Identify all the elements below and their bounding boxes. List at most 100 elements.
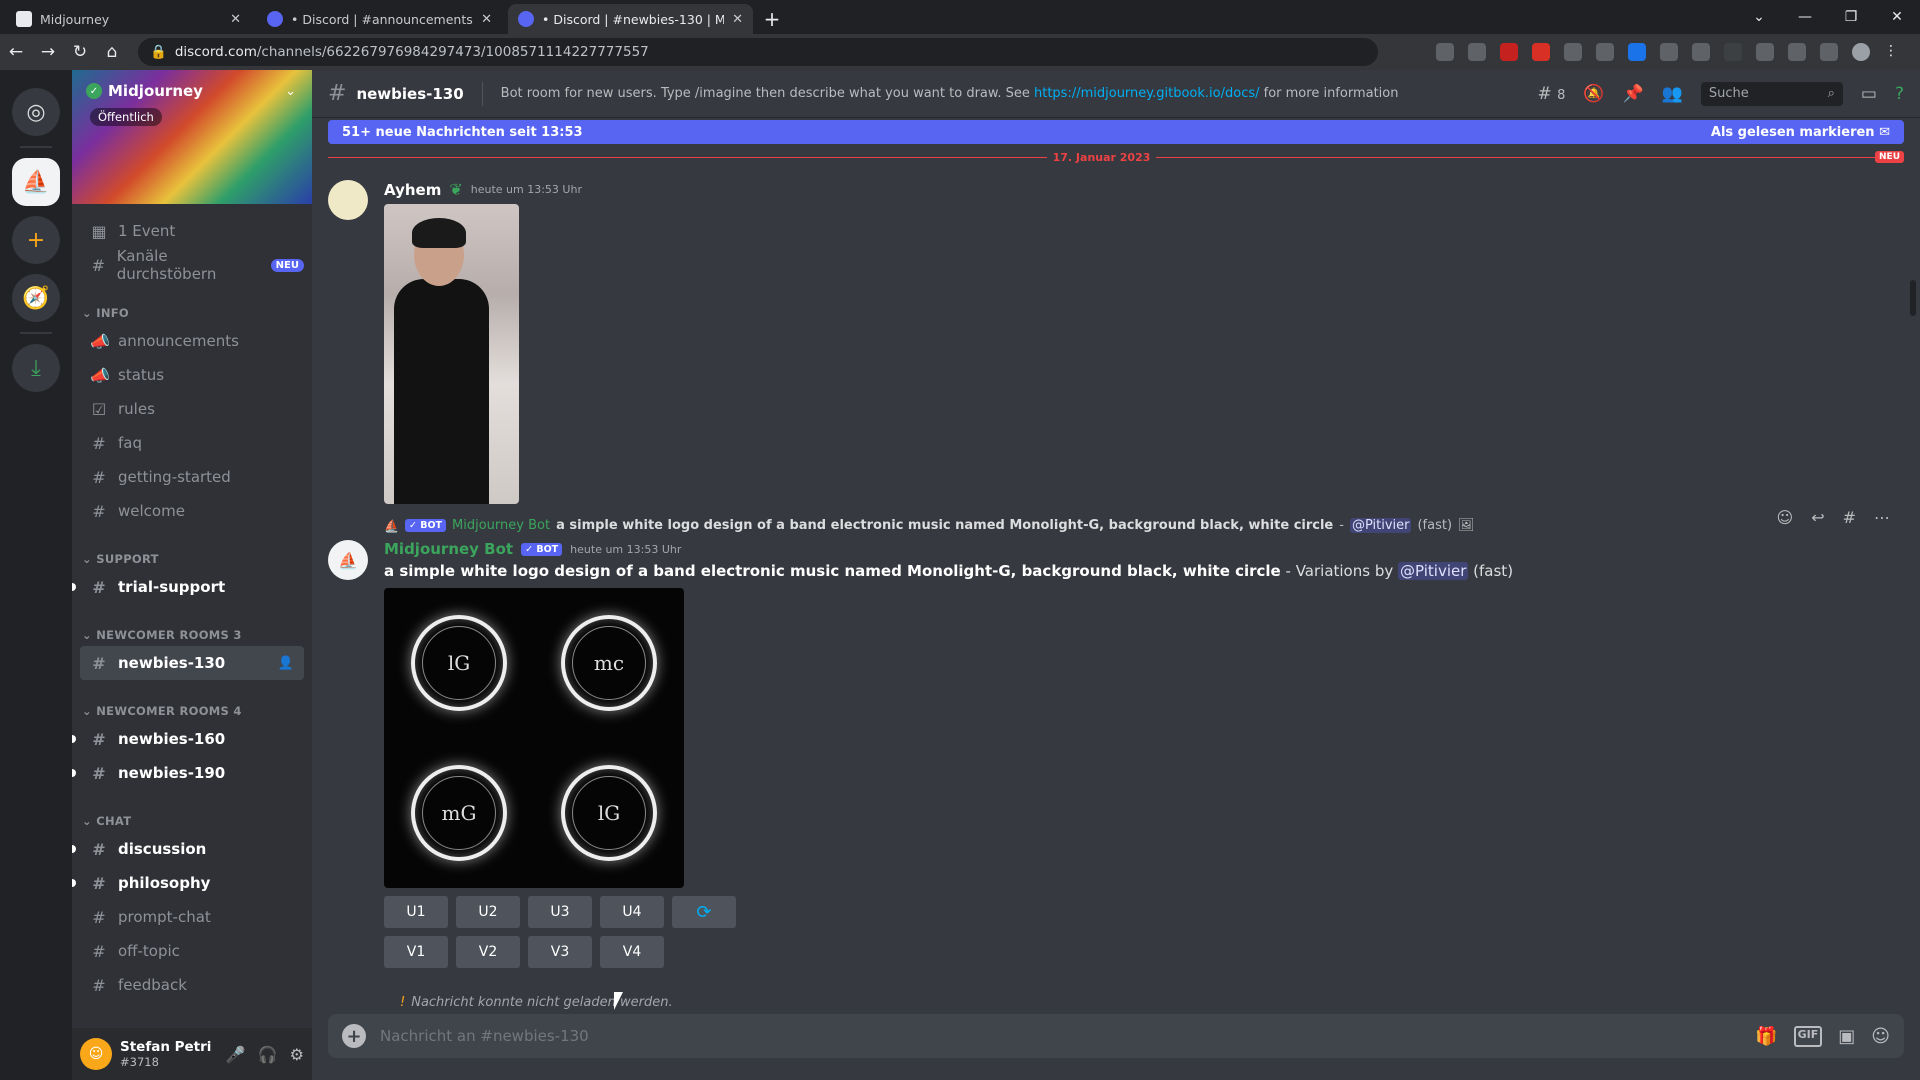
- extension-icon[interactable]: [1724, 43, 1742, 61]
- channel-topic[interactable]: Bot room for new users. Type /imagine th…: [501, 86, 1399, 101]
- explore-servers-icon[interactable]: 🧭: [12, 274, 60, 322]
- reply-preview[interactable]: ⛵ ✓ BOT Midjourney Bot a simple white lo…: [384, 518, 1475, 533]
- category-info[interactable]: ⌄ INFO: [80, 292, 304, 320]
- download-apps-icon[interactable]: ⤓: [12, 344, 60, 392]
- emoji-icon[interactable]: ☺: [1871, 1026, 1890, 1047]
- more-options-icon[interactable]: ⋯: [1874, 508, 1890, 527]
- generated-image-grid[interactable]: lG mc mG lG: [384, 588, 684, 888]
- midjourney-server-icon[interactable]: ⛵: [12, 158, 60, 206]
- avatar[interactable]: [328, 180, 368, 220]
- close-tab-icon[interactable]: ✕: [481, 12, 492, 27]
- channel-getting-started[interactable]: # getting-started: [80, 460, 304, 494]
- u3-button[interactable]: U3: [528, 896, 592, 928]
- category-chat[interactable]: ⌄ CHAT: [80, 800, 304, 828]
- close-tab-icon[interactable]: ✕: [230, 12, 241, 27]
- server-banner[interactable]: ✓ Midjourney ⌄ Öffentlich: [72, 70, 312, 204]
- category-newcomer-rooms-4[interactable]: ⌄ NEWCOMER ROOMS 4: [80, 690, 304, 718]
- share-icon[interactable]: [1436, 43, 1454, 61]
- url-input[interactable]: 🔒 discord.com/channels/66226797698429747…: [138, 38, 1378, 66]
- inbox-icon[interactable]: ▭: [1861, 84, 1877, 104]
- topic-link[interactable]: https://midjourney.gitbook.io/docs/: [1034, 86, 1260, 101]
- extension-icon[interactable]: [1756, 43, 1774, 61]
- extension-icon[interactable]: [1532, 43, 1550, 61]
- message-input[interactable]: Nachricht an #newbies-130: [380, 1027, 1741, 1045]
- message-composer[interactable]: + Nachricht an #newbies-130 🎁 GIF ▣ ☺: [328, 1014, 1904, 1058]
- channel-newbies-160[interactable]: # newbies-160: [72, 722, 304, 756]
- channel-prompt-chat[interactable]: # prompt-chat: [80, 900, 304, 934]
- browser-tab[interactable]: Midjourney ✕: [6, 4, 251, 34]
- gift-icon[interactable]: 🎁: [1755, 1026, 1777, 1047]
- browser-tab[interactable]: • Discord | #announcements | Mi ✕: [257, 4, 502, 34]
- avatar[interactable]: ☺: [80, 1038, 112, 1070]
- channel-faq[interactable]: # faq: [80, 426, 304, 460]
- attachment-image[interactable]: [384, 204, 519, 504]
- extension-icon[interactable]: [1660, 43, 1678, 61]
- extension-icon[interactable]: [1692, 43, 1710, 61]
- v2-button[interactable]: V2: [456, 936, 520, 968]
- pinned-messages-icon[interactable]: 📌: [1623, 84, 1644, 104]
- mention[interactable]: @Pitivier: [1398, 562, 1469, 580]
- create-thread-icon[interactable]: #: [1843, 508, 1856, 527]
- extension-icon[interactable]: [1596, 43, 1614, 61]
- reroll-button[interactable]: ⟳: [672, 896, 736, 928]
- scrollbar[interactable]: [1910, 280, 1916, 316]
- mention[interactable]: @Pitivier: [1349, 518, 1412, 533]
- add-reaction-icon[interactable]: ☺: [1777, 508, 1794, 527]
- home-icon[interactable]: ⌂: [96, 42, 128, 62]
- extension-icon[interactable]: [1564, 43, 1582, 61]
- user-info[interactable]: Stefan Petri #3718: [120, 1039, 218, 1069]
- sticker-icon[interactable]: ▣: [1838, 1026, 1855, 1047]
- bookmark-star-icon[interactable]: [1468, 43, 1486, 61]
- close-tab-icon[interactable]: ✕: [732, 12, 743, 27]
- u1-button[interactable]: U1: [384, 896, 448, 928]
- channel-off-topic[interactable]: # off-topic: [80, 934, 304, 968]
- v1-button[interactable]: V1: [384, 936, 448, 968]
- u4-button[interactable]: U4: [600, 896, 664, 928]
- v4-button[interactable]: V4: [600, 936, 664, 968]
- forward-icon[interactable]: →: [32, 42, 64, 62]
- channel-discussion[interactable]: # discussion: [72, 832, 304, 866]
- channel-newbies-190[interactable]: # newbies-190: [72, 756, 304, 790]
- maximize-icon[interactable]: ❐: [1828, 9, 1874, 25]
- reply-icon[interactable]: ↩: [1811, 508, 1824, 527]
- search-input[interactable]: Suche ⌕: [1700, 81, 1843, 106]
- chevron-down-icon[interactable]: ⌄: [285, 84, 296, 99]
- discord-home-icon[interactable]: ◎: [12, 88, 60, 136]
- channel-rules[interactable]: ☑ rules: [80, 392, 304, 426]
- new-messages-bar[interactable]: 51+ neue Nachrichten seit 13:53 Als gele…: [328, 120, 1904, 144]
- channel-welcome[interactable]: # welcome: [80, 494, 304, 528]
- avatar[interactable]: ⛵: [328, 540, 368, 580]
- invite-icon[interactable]: 👤: [278, 656, 294, 671]
- gif-icon[interactable]: GIF: [1793, 1025, 1823, 1047]
- channel-philosophy[interactable]: # philosophy: [72, 866, 304, 900]
- sidepanel-icon[interactable]: [1820, 43, 1838, 61]
- minimize-icon[interactable]: —: [1782, 9, 1828, 25]
- close-window-icon[interactable]: ✕: [1874, 9, 1920, 25]
- headphones-icon[interactable]: 🎧: [258, 1045, 278, 1064]
- notification-settings-icon[interactable]: 🔕: [1583, 84, 1604, 104]
- channel-newbies-130[interactable]: # newbies-130 👤: [80, 646, 304, 680]
- tab-search-icon[interactable]: ⌄: [1736, 9, 1782, 25]
- profile-avatar-icon[interactable]: [1852, 43, 1870, 61]
- channel-trial-support[interactable]: # trial-support: [72, 570, 304, 604]
- server-name[interactable]: ✓ Midjourney: [86, 82, 203, 100]
- channel-announcements[interactable]: 📣 announcements: [80, 324, 304, 358]
- browser-menu-icon[interactable]: ⋮: [1884, 43, 1902, 61]
- settings-gear-icon[interactable]: ⚙: [290, 1045, 304, 1064]
- threads-icon[interactable]: # 8: [1537, 84, 1565, 104]
- help-icon[interactable]: ?: [1895, 84, 1904, 104]
- message-author[interactable]: Midjourney Bot: [384, 540, 513, 558]
- mark-as-read-button[interactable]: Als gelesen markieren ✉: [1711, 125, 1890, 140]
- v3-button[interactable]: V3: [528, 936, 592, 968]
- add-attachment-icon[interactable]: +: [342, 1024, 366, 1048]
- channel-status[interactable]: 📣 status: [80, 358, 304, 392]
- u2-button[interactable]: U2: [456, 896, 520, 928]
- browser-tab-active[interactable]: • Discord | #newbies-130 | Midjo ✕: [508, 4, 753, 34]
- reload-icon[interactable]: ↻: [64, 42, 96, 62]
- channel-feedback[interactable]: # feedback: [80, 968, 304, 1002]
- extension-icon[interactable]: [1628, 43, 1646, 61]
- category-newcomer-rooms-3[interactable]: ⌄ NEWCOMER ROOMS 3: [80, 614, 304, 642]
- member-list-icon[interactable]: 👥: [1662, 84, 1683, 104]
- events-item[interactable]: ▦ 1 Event: [80, 214, 304, 248]
- browse-channels-item[interactable]: # Kanäle durchstöbern NEU: [80, 247, 304, 283]
